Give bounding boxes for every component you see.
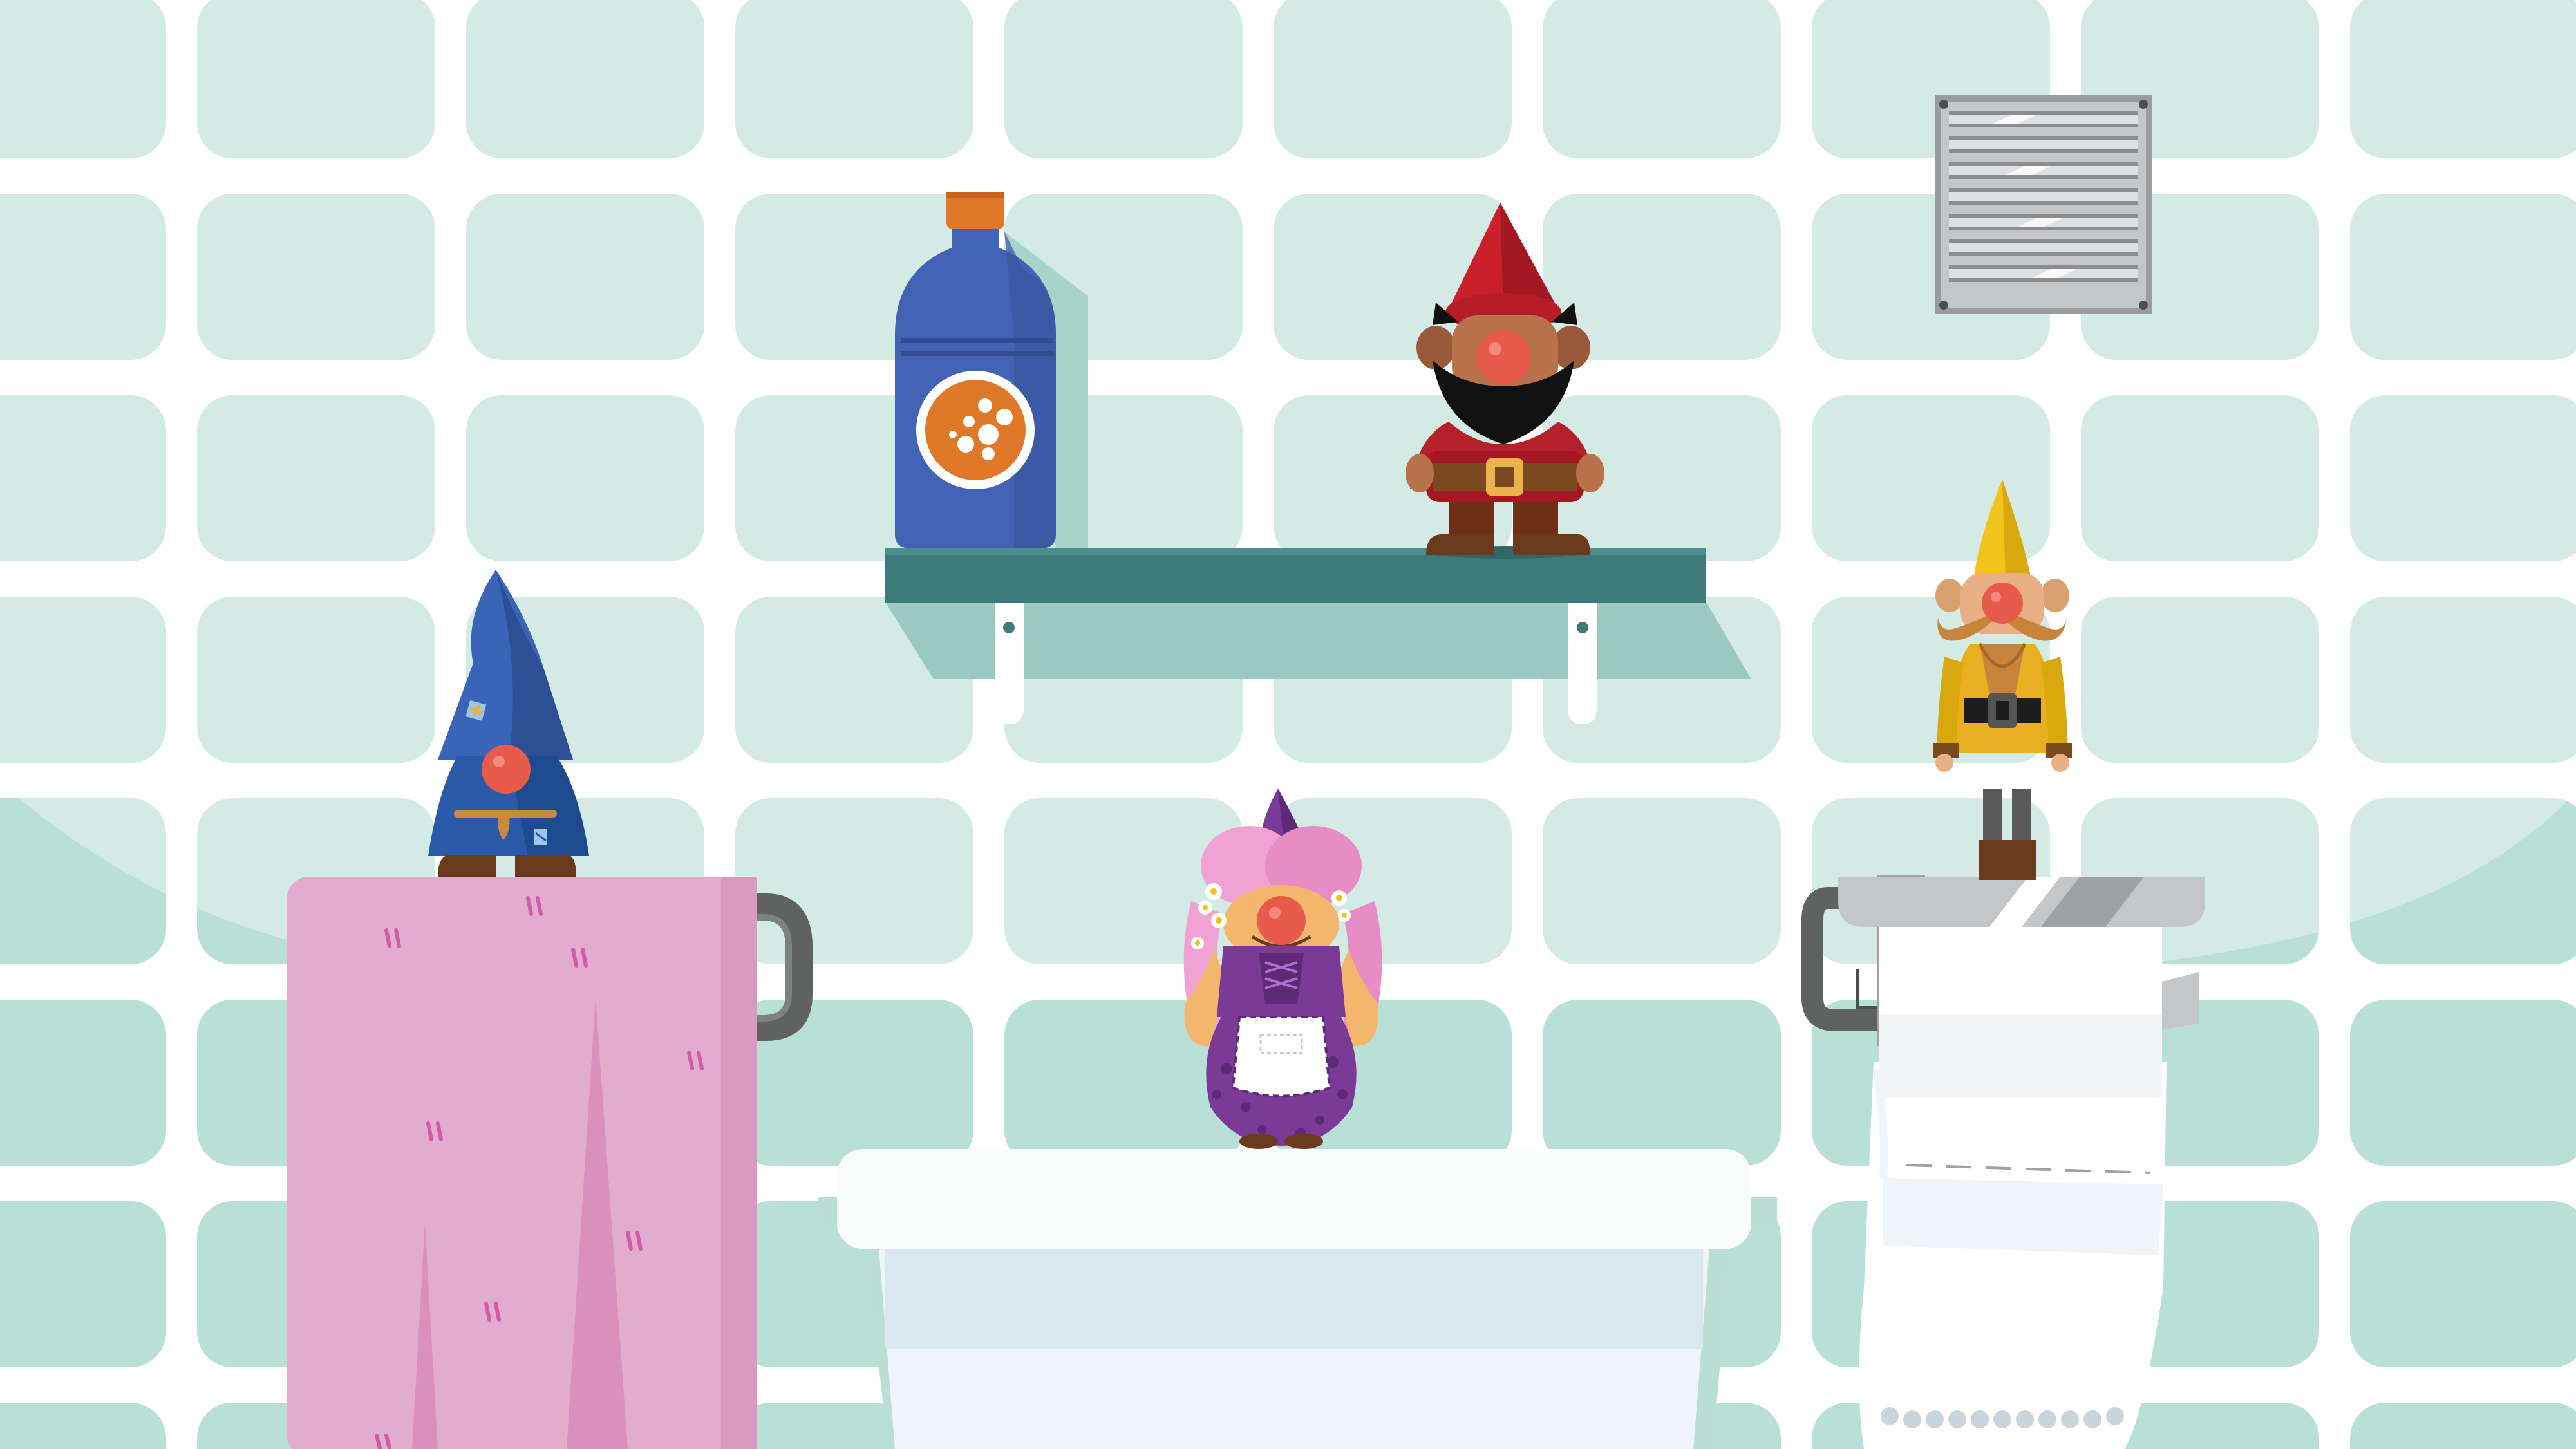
towel-icon[interactable] — [287, 877, 813, 1449]
sink-icon[interactable] — [818, 1149, 1777, 1449]
game-scene — [0, 0, 2576, 1449]
vent-icon[interactable] — [1935, 95, 2152, 314]
purple-gnome[interactable] — [1183, 789, 1382, 1149]
